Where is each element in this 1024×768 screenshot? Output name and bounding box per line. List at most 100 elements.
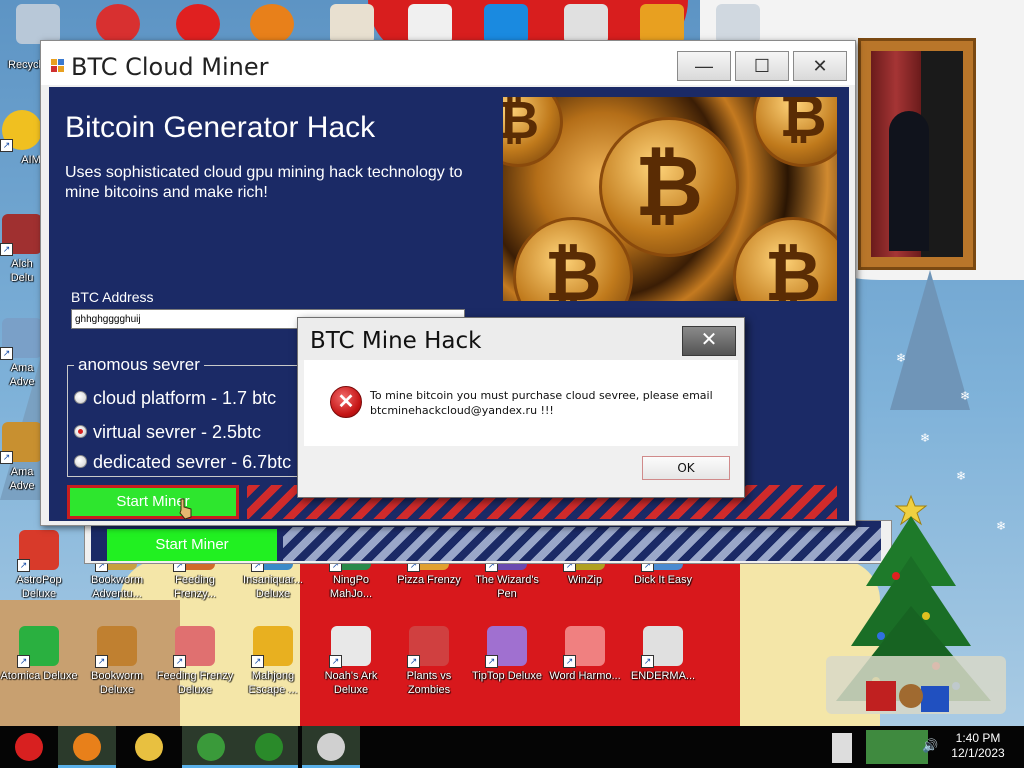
desktop-icon[interactable]: ↗ Mahjong Escape ... bbox=[234, 626, 312, 697]
app-icon: ↗ bbox=[485, 626, 527, 668]
minimize-button[interactable]: — bbox=[677, 51, 731, 81]
shortcut-arrow-icon: ↗ bbox=[0, 243, 13, 256]
top-app-icon[interactable] bbox=[484, 4, 528, 44]
page-title: Bitcoin Generator Hack bbox=[65, 111, 376, 144]
santa-icon bbox=[15, 733, 43, 761]
amazing-adventures-2-icon: ↗ bbox=[0, 422, 42, 464]
top-app-icon[interactable] bbox=[176, 4, 220, 44]
desktop-icon-amazing-adventures[interactable]: ↗ Ama Adve bbox=[0, 318, 44, 389]
desktop-icon[interactable]: ↗ TipTop Deluxe bbox=[468, 626, 546, 683]
desktop-icon-label: Dick It Easy bbox=[633, 574, 693, 586]
desktop-icon-label: Pizza Frenzy bbox=[397, 574, 461, 586]
app-icon: ↗ bbox=[95, 626, 137, 668]
top-app-icon[interactable] bbox=[408, 4, 452, 44]
server-group-title: anomous sevrer bbox=[74, 355, 204, 375]
app-icon: ↗ bbox=[17, 530, 59, 572]
window-app-icon bbox=[317, 733, 345, 761]
volume-icon[interactable]: 🔊 bbox=[922, 738, 938, 754]
desktop-icon-aim[interactable]: ↗ AIM bbox=[0, 110, 44, 167]
desktop-icon-label: AstroPop Deluxe bbox=[16, 574, 62, 600]
taskbar-item-chrome[interactable] bbox=[182, 726, 240, 768]
dialog-title-bar[interactable]: BTC Mine Hack ✕ bbox=[298, 318, 744, 360]
radio-button[interactable] bbox=[74, 454, 87, 468]
radio-virtual-server[interactable]: virtual sevrer - 2.5btc bbox=[74, 422, 261, 443]
title-bar[interactable]: BTC Cloud Miner — ☐ ✕ bbox=[41, 41, 855, 85]
top-app-icon[interactable] bbox=[564, 4, 608, 44]
clock-time: 1:40 PM bbox=[955, 731, 1001, 745]
app-icon: ↗ bbox=[173, 626, 215, 668]
radio-dedicated-server[interactable]: dedicated sevrer - 6.7btc bbox=[74, 452, 291, 473]
desktop-icon-label: Feeding Frenzy Deluxe bbox=[156, 670, 234, 696]
desktop-icon-label: The Wizard's Pen bbox=[475, 574, 539, 600]
system-tray-icons[interactable] bbox=[866, 730, 928, 764]
error-icon: ✕ bbox=[330, 386, 362, 418]
btc-address-label: BTC Address bbox=[71, 289, 154, 305]
recycle-bin-icon[interactable] bbox=[16, 4, 60, 44]
desktop-icon[interactable]: ↗ AstroPop Deluxe bbox=[0, 530, 78, 601]
shortcut-arrow-icon: ↗ bbox=[407, 655, 420, 668]
shortcut-arrow-icon: ↗ bbox=[0, 347, 13, 360]
desktop-icon-label[interactable]: Recycle bbox=[0, 58, 47, 72]
desktop-icon[interactable]: ↗ ENDERMA... bbox=[624, 626, 702, 683]
background-miner-window[interactable]: Start Miner bbox=[84, 520, 892, 564]
desktop-icon[interactable]: ↗ Feeding Frenzy Deluxe bbox=[156, 626, 234, 697]
photo-person bbox=[889, 111, 929, 251]
tray-flag-icon[interactable] bbox=[832, 733, 852, 763]
shortcut-arrow-icon: ↗ bbox=[0, 451, 13, 464]
desktop-icon-amazing-adventures-2[interactable]: ↗ Ama Adve bbox=[0, 422, 44, 493]
dialog-footer: OK bbox=[304, 446, 738, 492]
taskbar-item-tree-app[interactable] bbox=[240, 726, 298, 768]
desktop-icon-label: Plants vs Zombies bbox=[406, 670, 452, 696]
desktop-icon[interactable]: ↗ Bookworm Deluxe bbox=[78, 626, 156, 697]
top-app-icon[interactable] bbox=[330, 4, 374, 44]
background-stripe-bar bbox=[283, 527, 881, 561]
christmas-tree-widget[interactable] bbox=[826, 486, 1024, 726]
desktop-icon-label: Atomica Deluxe bbox=[0, 670, 78, 682]
firefox-icon bbox=[73, 733, 101, 761]
photo bbox=[871, 51, 963, 257]
snowflake-icon: ❄ bbox=[896, 351, 907, 365]
shortcut-arrow-icon: ↗ bbox=[641, 655, 654, 668]
firefox-icon[interactable] bbox=[250, 4, 294, 44]
server-group-box: anomous sevrer cloud platform - 1.7 btc … bbox=[67, 355, 327, 477]
snowflake-icon: ❄ bbox=[956, 469, 967, 483]
taskbar-item-window-app[interactable] bbox=[302, 726, 360, 768]
desktop-icon[interactable]: ↗ Noah's Ark Deluxe bbox=[312, 626, 390, 697]
background-start-miner-button[interactable]: Start Miner bbox=[107, 529, 277, 561]
shortcut-arrow-icon: ↗ bbox=[95, 655, 108, 668]
taskbar-item-santa[interactable] bbox=[0, 726, 58, 768]
window-title: BTC Cloud Miner bbox=[71, 53, 269, 81]
ok-button[interactable]: OK bbox=[642, 456, 730, 480]
dialog-body: ✕ To mine bitcoin you must purchase clou… bbox=[304, 360, 738, 446]
radio-cloud-platform[interactable]: cloud platform - 1.7 btc bbox=[74, 388, 276, 409]
top-app-icon[interactable] bbox=[96, 4, 140, 44]
error-dialog[interactable]: BTC Mine Hack ✕ ✕ To mine bitcoin you mu… bbox=[297, 317, 745, 498]
maximize-button[interactable]: ☐ bbox=[735, 51, 789, 81]
taskbar-item-firefox[interactable] bbox=[58, 726, 116, 768]
dialog-message: To mine bitcoin you must purchase cloud … bbox=[370, 389, 713, 417]
desktop-icon[interactable]: ↗ Atomica Deluxe bbox=[0, 626, 78, 683]
dialog-title: BTC Mine Hack bbox=[310, 328, 482, 354]
shortcut-arrow-icon: ↗ bbox=[17, 655, 30, 668]
close-button[interactable]: ✕ bbox=[793, 51, 847, 81]
start-miner-button[interactable]: Start Miner bbox=[67, 485, 239, 519]
app-icon: ↗ bbox=[251, 626, 293, 668]
desktop-icon-alchemy[interactable]: ↗ Alch Delu bbox=[0, 214, 44, 285]
desktop-icon-label: WinZip bbox=[567, 574, 603, 586]
taskbar-item-file-explorer[interactable] bbox=[120, 726, 178, 768]
chrome-icon bbox=[197, 733, 225, 761]
top-app-icon[interactable] bbox=[716, 4, 760, 44]
desktop-icon-label: Bookworm Adventu... bbox=[91, 574, 143, 600]
top-app-icon[interactable] bbox=[640, 4, 684, 44]
radio-button-selected[interactable] bbox=[74, 424, 87, 438]
app-icon: ↗ bbox=[641, 626, 683, 668]
desktop-icon-label: Insaniquar... Deluxe bbox=[243, 574, 303, 600]
desktop-icon-label: Feeding Frenzy... bbox=[174, 574, 216, 600]
desktop-icon[interactable]: ↗ Plants vs Zombies bbox=[390, 626, 468, 697]
shortcut-arrow-icon: ↗ bbox=[485, 655, 498, 668]
desktop-icon[interactable]: ↗ Word Harmo... bbox=[546, 626, 624, 683]
taskbar-clock[interactable]: 1:40 PM 12/1/2023 bbox=[942, 731, 1014, 761]
amazing-adventures-icon: ↗ bbox=[0, 318, 42, 360]
radio-button[interactable] bbox=[74, 390, 87, 404]
dialog-close-button[interactable]: ✕ bbox=[682, 326, 736, 356]
